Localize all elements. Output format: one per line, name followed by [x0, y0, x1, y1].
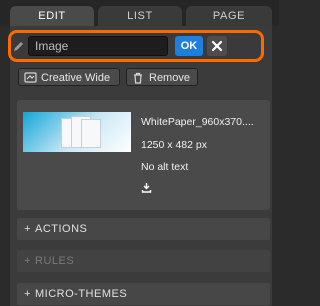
image-thumbnail[interactable]: [23, 112, 131, 152]
tab-page[interactable]: PAGE: [186, 6, 272, 26]
pencil-icon: [14, 42, 23, 51]
image-filename: WhitePaper_960x370....: [141, 116, 254, 128]
expand-icon: +: [24, 288, 31, 300]
tab-edit[interactable]: EDIT: [10, 6, 94, 26]
trash-icon: [134, 72, 142, 84]
section-label: RULES: [35, 255, 75, 267]
expand-icon: +: [24, 223, 31, 235]
image-swap-icon: [24, 72, 37, 83]
ok-button[interactable]: OK: [175, 36, 203, 56]
title-input[interactable]: [28, 36, 168, 56]
download-icon[interactable]: [141, 182, 152, 193]
cancel-button[interactable]: [207, 36, 227, 56]
alt-text-status: No alt text: [141, 161, 189, 173]
section-label: MICRO-THEMES: [35, 288, 128, 300]
section-actions[interactable]: + ACTIONS: [17, 218, 270, 240]
tab-list[interactable]: LIST: [98, 6, 182, 26]
image-card: WhitePaper_960x370.... 1250 x 482 px No …: [17, 100, 270, 210]
creative-wide-button[interactable]: Creative Wide: [18, 68, 120, 86]
image-dimensions: 1250 x 482 px: [141, 139, 207, 151]
remove-label: Remove: [149, 72, 190, 84]
title-edit-bar: OK: [8, 30, 264, 62]
creative-wide-label: Creative Wide: [41, 72, 111, 84]
tab-bar: EDIT LIST PAGE: [0, 0, 279, 26]
expand-icon: +: [24, 255, 31, 267]
close-icon: [211, 40, 223, 52]
section-rules[interactable]: + RULES: [17, 250, 270, 272]
section-micro-themes[interactable]: + MICRO-THEMES: [17, 283, 270, 305]
section-label: ACTIONS: [35, 223, 88, 235]
remove-button[interactable]: Remove: [126, 68, 198, 86]
